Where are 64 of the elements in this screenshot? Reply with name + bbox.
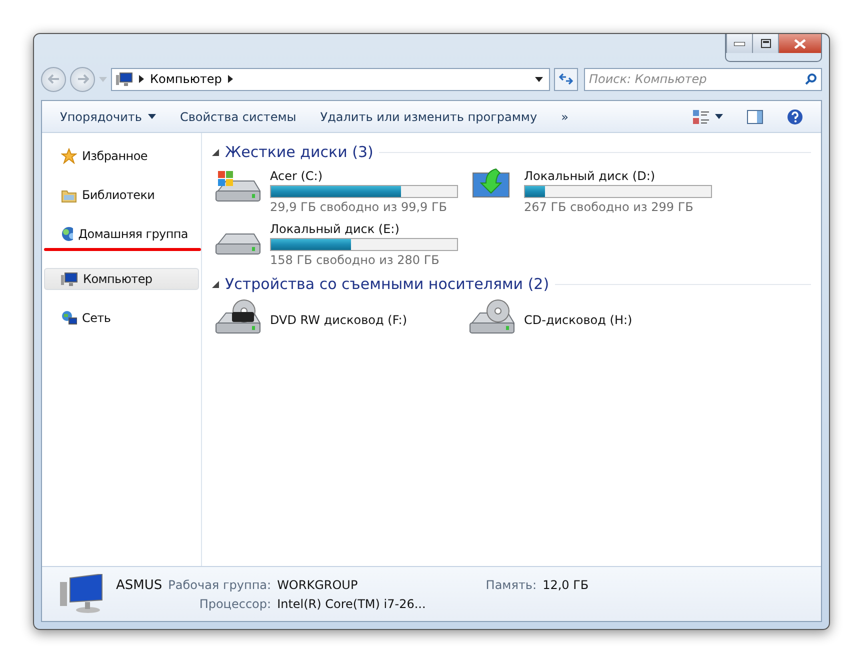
toolbar-button[interactable]: Удалить или изменить программу	[308, 106, 550, 128]
folder-icon	[61, 188, 77, 202]
computer-name: ASMUS	[116, 578, 162, 592]
star-icon	[61, 148, 77, 164]
close-button[interactable]	[778, 34, 821, 53]
navigation-item[interactable]: Компьютер	[44, 268, 199, 290]
address-bar[interactable]: Компьютер	[111, 68, 550, 90]
drive-item[interactable]: Acer (C:) 29,9 ГБ свободно из 99,9 ГБ	[212, 167, 466, 214]
collapse-triangle-icon[interactable]	[212, 280, 219, 288]
free-space-text: 29,9 ГБ свободно из 99,9 ГБ	[270, 200, 448, 214]
breadcrumb-arrow-icon	[139, 75, 144, 83]
group-header[interactable]: Жесткие диски (3)	[225, 143, 374, 161]
computer-icon	[61, 272, 78, 286]
navigation-item[interactable]: Библиотеки	[44, 184, 199, 206]
view-icon	[693, 110, 709, 124]
drive-name: Локальный диск (E:)	[270, 222, 400, 236]
field-label: Рабочая группа:	[168, 578, 272, 592]
maximize-icon	[760, 39, 770, 48]
dropdown-caret-icon	[715, 114, 723, 119]
group-header[interactable]: Устройства со съемными носителями (2)	[225, 275, 550, 293]
field-value: 12,0 ГБ	[542, 578, 589, 592]
field-value: WORKGROUP	[277, 578, 359, 592]
forward-arrow-icon	[76, 74, 88, 84]
network-icon	[61, 310, 77, 326]
refresh-button[interactable]	[554, 68, 578, 90]
collapse-triangle-icon[interactable]	[212, 148, 219, 156]
back-arrow-icon	[48, 74, 60, 84]
free-space-text: 267 ГБ свободно из 299 ГБ	[524, 200, 694, 214]
toolbar-button[interactable]: Свойства системы	[168, 106, 308, 128]
minimize-icon	[734, 42, 745, 46]
dropdown-caret-icon	[535, 76, 543, 82]
close-icon	[794, 38, 806, 48]
computer-icon	[60, 574, 104, 614]
maximize-button[interactable]	[752, 34, 778, 53]
drive-name: Acer (C:)	[270, 169, 324, 183]
search-icon	[805, 72, 817, 84]
drive-item[interactable]: Локальный диск (E:) 158 ГБ свободно из 280 ГБ	[212, 220, 466, 267]
field-value: Intel(R) Core(TM) i7-26...	[277, 596, 426, 610]
search-field[interactable]: Поиск: Компьютер	[584, 68, 822, 90]
drive-name: DVD RW дисковод (F:)	[270, 313, 408, 327]
navigation-item[interactable]: Избранное	[44, 145, 199, 167]
refresh-arrows-icon	[559, 73, 573, 85]
navigation-item[interactable]: Домашняя группа	[44, 223, 199, 245]
drive-item[interactable]: Локальный диск (D:) 267 ГБ свободно из 299 ГБ	[466, 167, 720, 214]
breadcrumb-arrow-icon	[228, 75, 233, 83]
pane-icon	[747, 110, 763, 124]
free-space-text: 158 ГБ свободно из 280 ГБ	[270, 253, 440, 267]
download-drive-icon	[472, 167, 512, 199]
breadcrumb[interactable]: Компьютер	[150, 72, 222, 86]
drive-item[interactable]: CD-дисковод (H:)	[466, 299, 720, 339]
field-label: Память:	[486, 578, 537, 592]
drive-name: Локальный диск (D:)	[524, 169, 656, 183]
drive-name: CD-дисковод (H:)	[524, 313, 632, 327]
computer-icon	[116, 72, 133, 86]
drive-item[interactable]: DVD RW дисковод (F:)	[212, 299, 466, 339]
help-icon	[787, 108, 803, 124]
history-caret-icon	[99, 76, 107, 82]
minimize-button[interactable]	[726, 34, 752, 53]
more-commands-button[interactable]: »	[549, 106, 580, 128]
field-label: Процессор:	[198, 596, 272, 610]
navigation-item[interactable]: Сеть	[44, 307, 199, 329]
homegroup-icon	[61, 226, 74, 242]
toolbar-button[interactable]: Упорядочить	[48, 106, 168, 128]
dropdown-caret-icon	[148, 114, 156, 119]
